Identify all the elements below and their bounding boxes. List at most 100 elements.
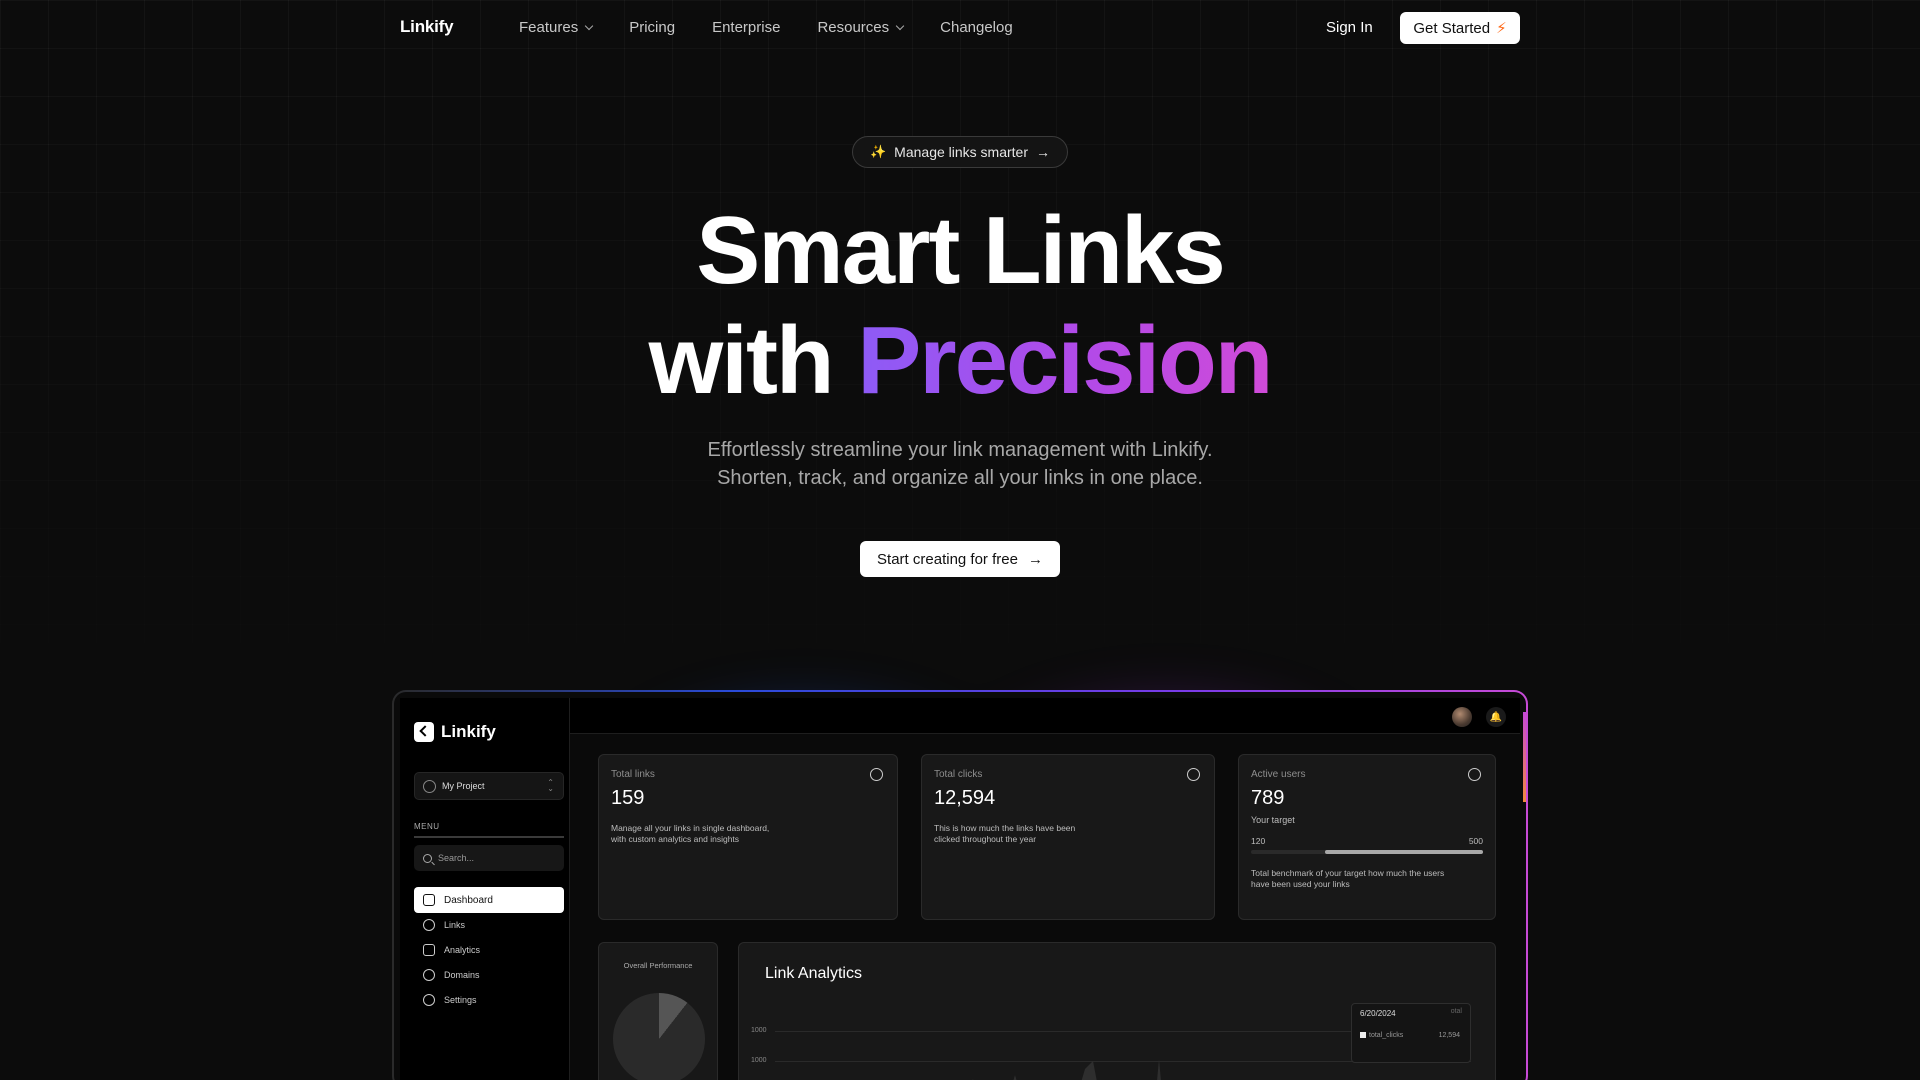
target-label: Your target [1251, 815, 1295, 825]
dashboard-logo-label: Linkify [441, 722, 496, 741]
sparkle-icon: ✨ [869, 144, 887, 159]
project-switcher[interactable]: My Project ⌃ ⌄ [414, 772, 564, 800]
card-value: 12,594 [934, 787, 996, 809]
nav-resources-label: Resources [817, 19, 890, 36]
dashboard-sidebar: Linkify My Project ⌃ ⌄ MENU Search... Das… [400, 698, 570, 1080]
card-title: Active users [1251, 769, 1306, 780]
site-logo[interactable]: Linkify [400, 17, 454, 37]
hero-subtitle-line1: Effortlessly streamline your link manage… [707, 439, 1213, 461]
card-title: Total links [611, 769, 655, 780]
menu-label: MENU [414, 822, 440, 831]
link-icon [870, 768, 883, 781]
click-target-icon [1187, 768, 1200, 781]
performance-card: Overall Performance [598, 942, 718, 1080]
cta-label: Start creating for free [877, 550, 1018, 568]
lightning-icon: ⚡ [1496, 20, 1507, 37]
sidebar-item-label: Domains [444, 970, 480, 980]
target-progress-track [1251, 850, 1483, 854]
sign-in-link[interactable]: Sign In [1326, 19, 1373, 36]
range-min: 120 [1251, 836, 1266, 846]
link-analytics-card: Link Analytics 1000 1000 otal 6/20/2024 … [738, 942, 1496, 1080]
arrow-right-icon: → [1027, 550, 1043, 568]
nav-enterprise[interactable]: Enterprise [712, 19, 780, 36]
tooltip-header: otal [1450, 1008, 1462, 1015]
y-tick-label: 1000 [751, 1057, 767, 1064]
tooltip-series-name: total_clicks [1369, 1032, 1404, 1039]
chevron-down-icon [895, 21, 905, 31]
sidebar-item-label: Analytics [444, 945, 481, 955]
nav-pricing[interactable]: Pricing [629, 19, 675, 36]
menu-divider [414, 836, 564, 838]
performance-pie [613, 993, 705, 1080]
search-placeholder: Search... [438, 853, 475, 863]
sidebar-item-label: Links [444, 920, 466, 930]
search-icon [423, 853, 432, 863]
card-description: with custom analytics and insights [611, 834, 740, 844]
logo-mark-icon [414, 722, 434, 742]
announcement-pill[interactable]: ✨ Manage links smarter → [852, 136, 1068, 168]
top-nav: Linkify Features Pricing Enterprise Reso… [0, 0, 1920, 56]
nav-enterprise-label: Enterprise [712, 19, 781, 36]
get-started-label: Get Started [1413, 19, 1491, 37]
nav-features[interactable]: Features [519, 19, 594, 36]
hero-title-plain: with [648, 307, 835, 414]
sidebar-item-domains[interactable]: Domains [414, 962, 564, 988]
active-users-card: Active users 789 Your target 120 500 Tot… [1238, 754, 1496, 920]
chevron-down-icon [584, 21, 594, 31]
total-clicks-card: Total clicks 12,594 This is how much the… [921, 754, 1215, 920]
nav-links: Features Pricing Enterprise Resources Ch… [519, 19, 1050, 36]
avatar[interactable] [1452, 707, 1472, 727]
arrow-right-icon: → [1036, 144, 1050, 160]
legend-swatch [1360, 1032, 1366, 1039]
nav-resources[interactable]: Resources [817, 19, 905, 36]
nav-changelog-label: Changelog [940, 19, 1013, 36]
chevron-updown-icon: ⌃ ⌄ [547, 778, 554, 793]
nav-changelog[interactable]: Changelog [940, 19, 1013, 36]
tooltip-value: 12,594 [1438, 1032, 1460, 1039]
hero-title-line1: Smart Links [696, 197, 1226, 304]
bell-icon[interactable]: 🔔 [1486, 707, 1506, 727]
dashboard-topbar: 🔔 [570, 698, 1520, 734]
card-description: have been used your links [1251, 879, 1350, 889]
user-circle-icon [423, 779, 436, 793]
link-icon [423, 919, 435, 931]
card-description: This is how much the links have been [934, 823, 1076, 833]
project-name: My Project [442, 781, 485, 791]
frame-accent [1523, 712, 1526, 802]
card-title: Total clicks [934, 769, 983, 780]
tooltip-series: total_clicks [1360, 1032, 1403, 1039]
sidebar-search-input[interactable]: Search... [414, 845, 564, 871]
range-max: 500 [1468, 836, 1483, 846]
dashboard-preview: Linkify My Project ⌃ ⌄ MENU Search... Das… [392, 690, 1528, 1080]
nav-features-label: Features [519, 19, 579, 36]
sidebar-item-analytics[interactable]: Analytics [414, 937, 564, 963]
grid-icon [423, 894, 435, 906]
dashboard-window: Linkify My Project ⌃ ⌄ MENU Search... Das… [394, 692, 1526, 1080]
hero-title-accent: Precision [857, 307, 1273, 414]
chart-icon [423, 944, 435, 956]
card-value: 789 [1251, 787, 1285, 809]
dashboard-logo[interactable]: Linkify [414, 722, 496, 742]
sidebar-item-label: Settings [444, 995, 477, 1005]
hero-subtitle-line2: Shorten, track, and organize all your li… [717, 467, 1203, 489]
card-description: Manage all your links in single dashboar… [611, 823, 770, 833]
users-icon [1468, 768, 1481, 781]
tooltip-row: total_clicks 12,594 [1360, 1032, 1460, 1039]
sidebar-item-settings[interactable]: Settings [414, 987, 564, 1013]
link-analytics-title: Link Analytics [765, 965, 862, 982]
target-progress-fill [1325, 850, 1483, 854]
card-description: Total benchmark of your target how much … [1251, 868, 1445, 878]
chart-tooltip: otal 6/20/2024 total_clicks 12,594 [1351, 1003, 1471, 1063]
globe-icon [423, 969, 435, 981]
performance-title: Overall Performance [623, 961, 693, 970]
pill-label: Manage links smarter [894, 144, 1028, 160]
sidebar-item-dashboard[interactable]: Dashboard [414, 887, 564, 913]
get-started-button[interactable]: Get Started ⚡ [1400, 12, 1520, 44]
gear-icon [423, 994, 435, 1006]
sidebar-item-label: Dashboard [444, 894, 493, 906]
card-description: clicked throughout the year [934, 834, 1037, 844]
sidebar-item-links[interactable]: Links [414, 912, 564, 938]
start-creating-button[interactable]: Start creating for free → [860, 541, 1060, 577]
card-value: 159 [611, 787, 645, 809]
y-tick-label: 1000 [751, 1027, 767, 1034]
